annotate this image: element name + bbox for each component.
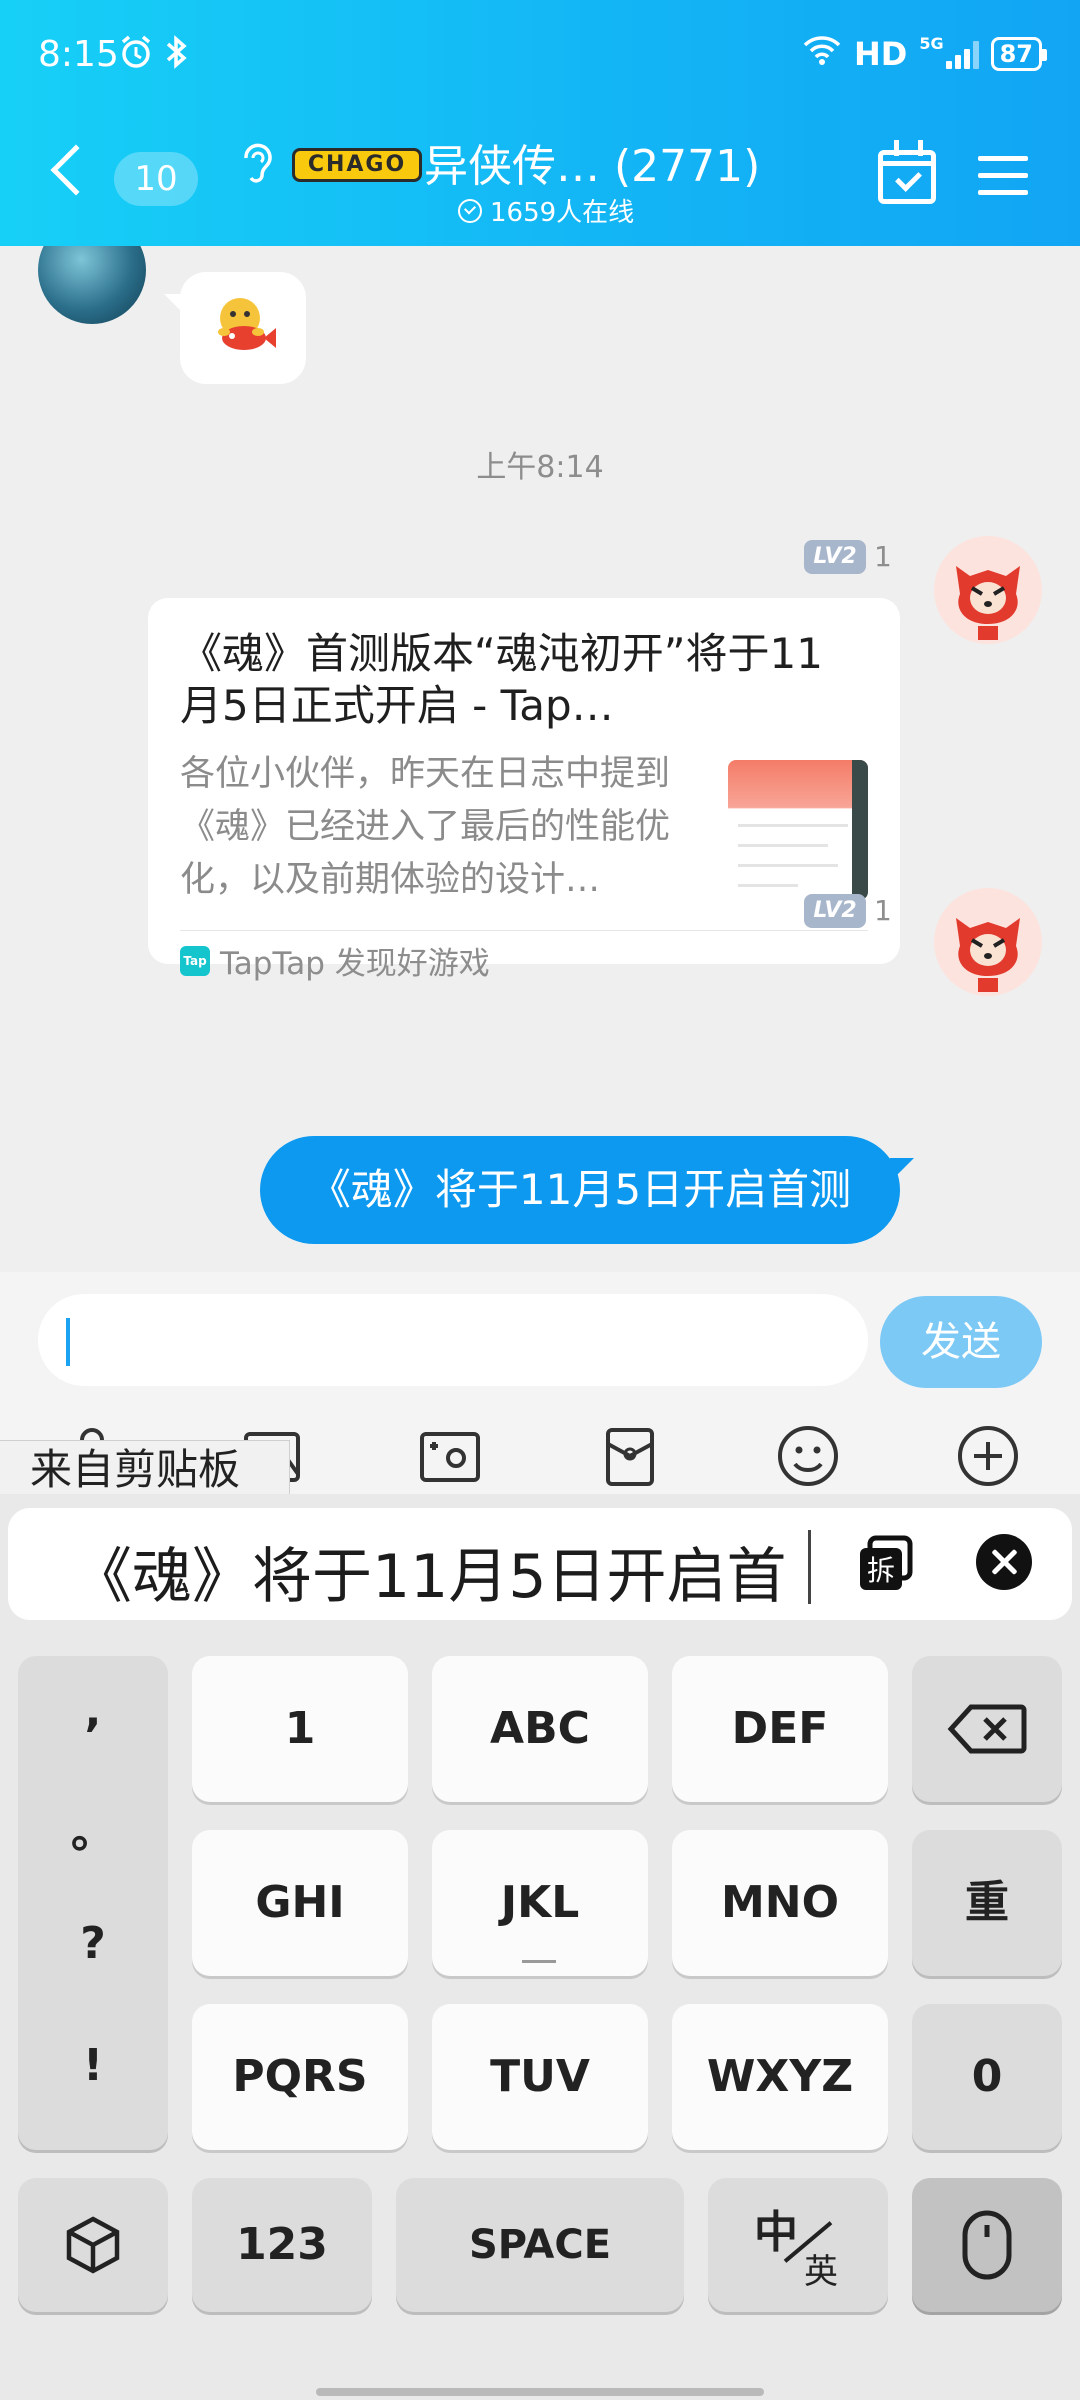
text-caret [66, 1318, 70, 1366]
link-card[interactable]: 《魂》首测版本“魂沌初开”将于11月5日正式开启 - Tap… 各位小伙伴，昨天… [148, 598, 900, 982]
chat-header: 8:15 HD 5G 87 10 CHAGO 异侠传… (2771) 1659人… [0, 0, 1080, 246]
avatar[interactable] [934, 536, 1042, 644]
bluetooth-icon [162, 34, 192, 79]
ear-icon[interactable] [236, 140, 276, 184]
thumbnail-line [738, 844, 828, 847]
clipboard-text[interactable]: 《魂》将于11月5日开启首 [72, 1528, 792, 1615]
text-message-bubble[interactable]: 《魂》将于11月5日开启首测 [260, 1136, 914, 1244]
key-ghi[interactable]: GHI [192, 1830, 408, 1976]
online-check-icon [458, 198, 482, 223]
emoji-message-bubble[interactable] [164, 272, 306, 384]
key-pqrs[interactable]: PQRS [192, 2004, 408, 2150]
thumbnail-edge [852, 760, 868, 900]
key-tuv[interactable]: TUV [432, 2004, 648, 2150]
status-right: HD 5G 87 [802, 34, 1048, 74]
level-badge: LV2 [804, 540, 866, 574]
avatar[interactable] [934, 888, 1042, 996]
level-badge: LV2 [804, 894, 866, 928]
camera-icon[interactable] [418, 1424, 482, 1488]
wifi-icon [802, 34, 842, 74]
keyboard-settings-key[interactable] [18, 2178, 168, 2312]
thumbnail-line [738, 884, 798, 887]
alarm-icon [118, 34, 154, 79]
punct-key[interactable]: , [18, 1686, 168, 1737]
backspace-key[interactable] [912, 1656, 1062, 1802]
split-icon-label: 拆 [867, 1554, 895, 1587]
clipboard-divider [808, 1530, 811, 1604]
card-thumbnail [728, 760, 868, 900]
backspace-icon [947, 1704, 1027, 1754]
lang-zh-label: 中 [754, 2207, 798, 2258]
avatar[interactable] [38, 246, 146, 324]
level-number: 1 [874, 894, 892, 927]
level-number: 1 [874, 540, 892, 573]
language-switch-key[interactable]: 中 英 [708, 2178, 888, 2312]
taptap-icon: Tap [180, 945, 210, 976]
key-jkl[interactable]: JKL [432, 1830, 648, 1976]
card-source-label: TapTap 发现好游戏 [220, 946, 490, 982]
mouse-icon [962, 2210, 1012, 2280]
punct-key[interactable]: ? [18, 1918, 168, 1969]
network-gen: 5G [919, 34, 944, 53]
punct-key[interactable]: ! [18, 2040, 168, 2091]
emoji-icon[interactable] [776, 1424, 840, 1488]
menu-icon[interactable] [978, 156, 1028, 196]
timestamp: 上午8:14 [476, 450, 604, 485]
home-indicator[interactable] [316, 2388, 764, 2396]
punctuation-key-column[interactable]: , 。 ? ! [18, 1656, 168, 2150]
red-packet-icon[interactable] [598, 1424, 662, 1488]
clipboard-label: 来自剪贴板 [0, 1440, 290, 1500]
input-bar: 发送 [0, 1272, 1080, 1394]
card-description: 各位小伙伴，昨天在日志中提到《魂》已经进入了最后的性能优化，以及前期体验的设计… [180, 754, 671, 900]
card-source: Tap TapTap 发现好游戏 [180, 938, 490, 983]
group-title[interactable]: 异侠传… (2771) [424, 130, 760, 194]
cube-icon [66, 2216, 120, 2274]
signal-icon [945, 39, 979, 69]
status-time: 8:15 [38, 34, 119, 75]
card-title: 《魂》首测版本“魂沌初开”将于11月5日正式开启 - Tap… [180, 629, 823, 730]
voice-key[interactable] [912, 2178, 1062, 2312]
fish-emoji-icon [218, 298, 276, 350]
lang-en-label: 英 [804, 2252, 838, 2292]
online-status: 1659人在线 [458, 192, 634, 229]
message-input[interactable] [38, 1294, 868, 1386]
network-label: HD [853, 35, 908, 73]
battery-level: 87 [999, 40, 1033, 68]
thumbnail-line [738, 824, 848, 827]
space-key[interactable]: SPACE [396, 2178, 684, 2312]
key-mno[interactable]: MNO [672, 1830, 888, 1976]
close-icon[interactable] [976, 1534, 1032, 1590]
thumbnail-line [738, 864, 838, 867]
split-icon[interactable]: 拆 [856, 1534, 916, 1594]
key-1[interactable]: 1 [192, 1656, 408, 1802]
key-0[interactable]: 0 [912, 2004, 1062, 2150]
numbers-key[interactable]: 123 [192, 2178, 372, 2312]
key-wxyz[interactable]: WXYZ [672, 2004, 888, 2150]
clipboard-suggestion[interactable]: 《魂》将于11月5日开启首 拆 [8, 1508, 1072, 1620]
redo-key[interactable]: 重 [912, 1830, 1062, 1976]
status-bar: 8:15 HD 5G 87 [0, 0, 1080, 110]
key-def[interactable]: DEF [672, 1656, 888, 1802]
jkl-home-mark [522, 1960, 556, 1963]
back-arrow-icon[interactable] [50, 144, 102, 196]
card-divider [180, 930, 868, 931]
plus-icon[interactable] [956, 1424, 1020, 1488]
online-count: 1659人在线 [490, 198, 635, 228]
send-button[interactable]: 发送 [880, 1296, 1042, 1388]
unread-badge[interactable]: 10 [114, 152, 198, 206]
battery-icon: 87 [990, 37, 1048, 71]
group-logo: CHAGO [292, 148, 422, 182]
calendar-check-icon[interactable] [878, 150, 936, 204]
keyboard: 《魂》将于11月5日开启首 拆 , 。 ? ! 1 ABC DEF GHI JK… [0, 1494, 1080, 2400]
punct-key[interactable]: 。 [18, 1796, 168, 1860]
chat-area[interactable]: 上午8:14 LV2 1 《魂》首测版本“魂沌初开”将于11月5日正式开启 - … [0, 246, 1080, 1272]
key-abc[interactable]: ABC [432, 1656, 648, 1802]
